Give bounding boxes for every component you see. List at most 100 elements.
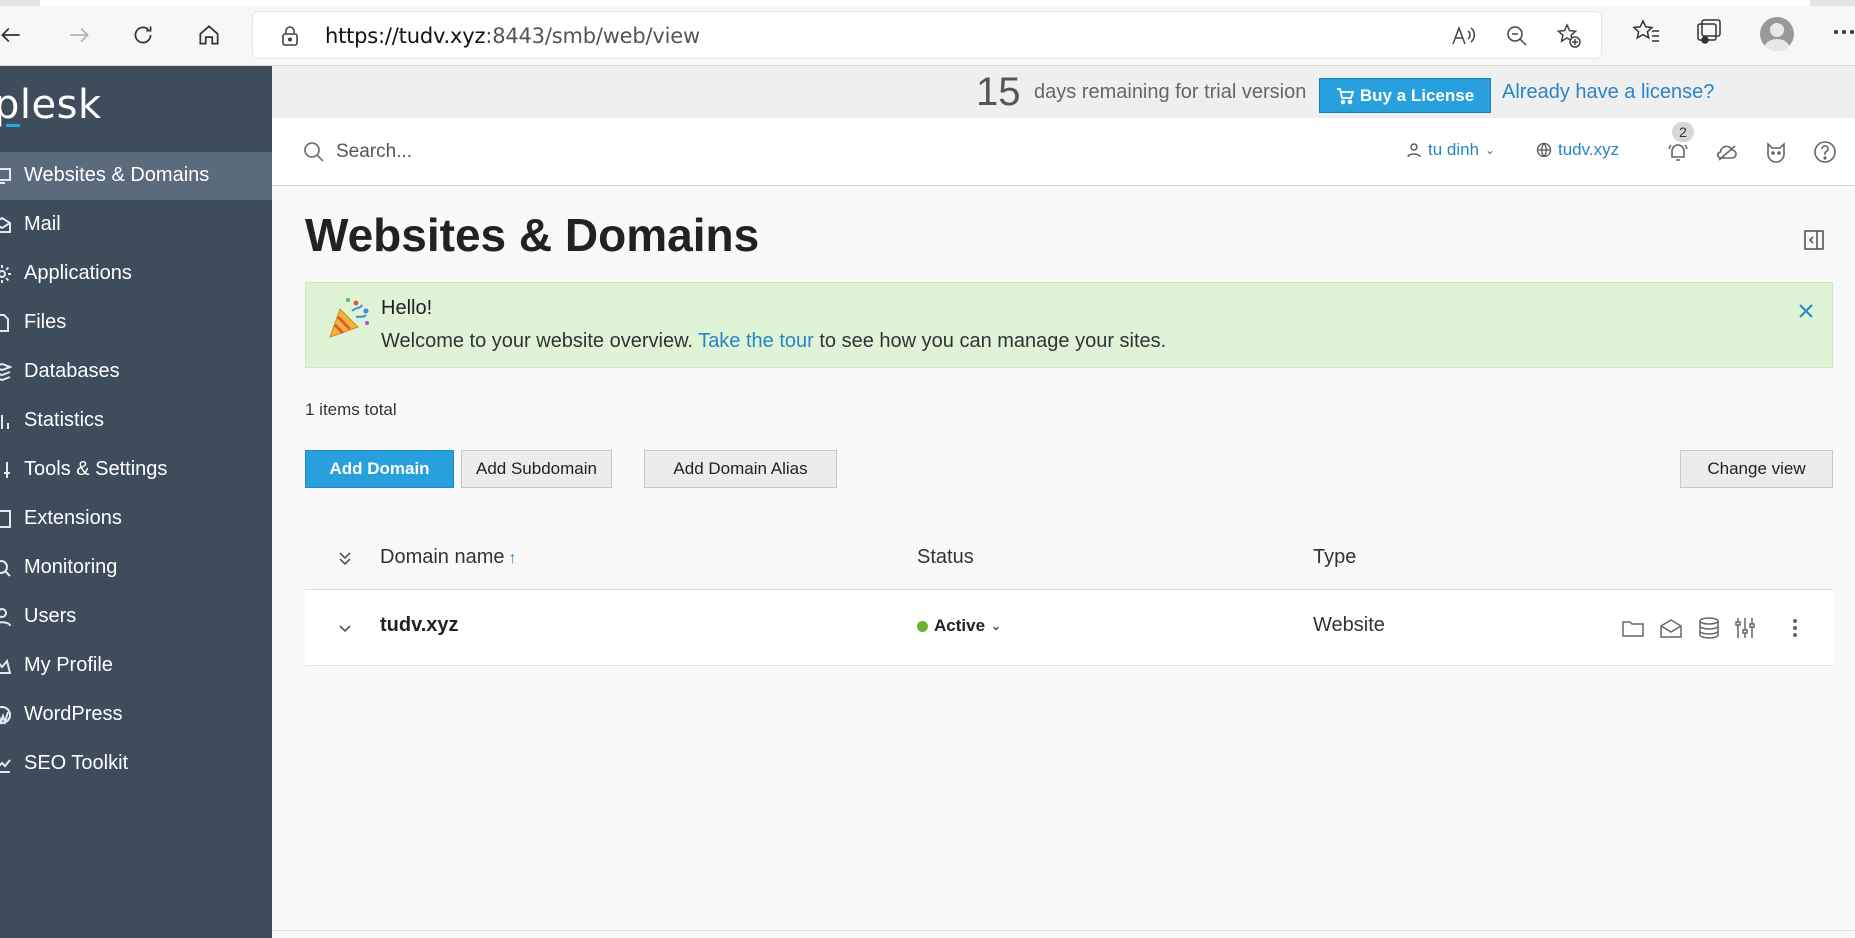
sidebar-item-my-profile[interactable]: My Profile xyxy=(0,642,272,690)
zoom-out-icon[interactable] xyxy=(1503,22,1531,50)
trial-text: days remaining for trial version xyxy=(1034,81,1307,103)
change-view-button[interactable]: Change view xyxy=(1680,450,1833,488)
profile-avatar[interactable] xyxy=(1760,17,1794,51)
notification-badge: 2 xyxy=(1672,122,1694,142)
buy-license-label: Buy a License xyxy=(1359,85,1475,105)
plesk-logo[interactable]: plesk xyxy=(0,82,102,128)
active-tab[interactable] xyxy=(40,0,1810,6)
sidebar-item-statistics[interactable]: Statistics xyxy=(0,397,272,445)
add-subdomain-button[interactable]: Add Subdomain xyxy=(461,450,612,488)
bar-chart-icon xyxy=(1,415,9,429)
collections-icon[interactable] xyxy=(1693,16,1725,48)
main-content: Websites & Domains Hello! Welcome to you… xyxy=(272,186,1855,938)
sidebar-item-extensions[interactable]: Extensions xyxy=(0,495,272,543)
read-aloud-icon[interactable] xyxy=(1449,22,1477,50)
database-icon[interactable] xyxy=(1697,616,1721,640)
sidebar-item-monitoring[interactable]: Monitoring xyxy=(0,544,272,592)
back-arrow-icon xyxy=(1,27,20,43)
help-icon[interactable] xyxy=(1813,140,1837,164)
close-icon[interactable] xyxy=(1794,299,1818,323)
sidebar-item-seo-toolkit[interactable]: SEO Toolkit xyxy=(0,740,272,788)
status-label: Active xyxy=(934,616,986,635)
forward-button[interactable] xyxy=(58,14,100,56)
sidebar-item-label: WordPress xyxy=(24,703,123,725)
more-actions-icon[interactable] xyxy=(1783,616,1807,640)
sidebar-item-applications[interactable]: Applications xyxy=(0,250,272,298)
mail-icon[interactable] xyxy=(1659,616,1683,640)
table-header: Domain name ↑ Status Type xyxy=(305,528,1833,590)
cloud-icon[interactable] xyxy=(1715,140,1739,164)
sidebar-item-users[interactable]: Users xyxy=(0,593,272,641)
chevron-down-icon: ⌄ xyxy=(991,619,1002,633)
sliders-icon xyxy=(0,462,10,478)
back-button[interactable] xyxy=(0,14,32,56)
domain-name-link[interactable]: tudv.xyz xyxy=(380,614,459,637)
column-domain-name[interactable]: Domain name ↑ xyxy=(380,546,517,569)
sidebar-item-databases[interactable]: Databases xyxy=(0,348,272,396)
address-bar[interactable]: https://tudv.xyz:8443/smb/web/view xyxy=(252,11,1602,59)
lock-icon[interactable] xyxy=(279,24,301,48)
sidebar-item-label: SEO Toolkit xyxy=(24,752,129,774)
banner-title: Hello! xyxy=(381,297,433,319)
home-button[interactable] xyxy=(188,14,230,56)
user-name: tu dinh xyxy=(1428,140,1480,159)
status-dropdown[interactable]: Active ⌄ xyxy=(917,616,1001,636)
sidebar: plesk Websites & Domains Mail Applicatio… xyxy=(0,66,272,938)
status-active-dot xyxy=(917,620,928,632)
logo-accent xyxy=(6,124,20,127)
mail-icon xyxy=(0,216,11,233)
chevron-down-icon: ⌄ xyxy=(1485,143,1496,157)
table-row[interactable]: tudv.xyz Active ⌄ Website xyxy=(305,590,1833,666)
folder-icon[interactable] xyxy=(1621,616,1645,640)
profile-icon xyxy=(0,658,12,674)
sidebar-item-websites-domains[interactable]: Websites & Domains xyxy=(0,152,272,200)
sidebar-item-label: Statistics xyxy=(24,409,105,431)
user-icon xyxy=(0,608,11,627)
party-popper-icon xyxy=(329,298,369,338)
sidebar-item-files[interactable]: Files xyxy=(0,299,272,347)
page-title: Websites & Domains xyxy=(305,209,760,261)
more-options-icon[interactable] xyxy=(1830,16,1855,48)
trial-days-count: 15 xyxy=(976,70,1021,114)
sidebar-item-wordpress[interactable]: WordPress xyxy=(0,691,272,739)
column-domain-name-label: Domain name xyxy=(380,546,505,568)
notifications-icon[interactable] xyxy=(1666,140,1690,164)
sidebar-item-label: Applications xyxy=(24,262,132,284)
add-favorite-icon[interactable] xyxy=(1555,22,1583,50)
chevron-down-icon[interactable] xyxy=(335,618,355,638)
sidebar-item-label: Mail xyxy=(24,213,61,235)
favorites-icon[interactable] xyxy=(1630,16,1662,48)
cat-icon[interactable] xyxy=(1764,140,1788,164)
site-name: tudv.xyz xyxy=(1558,140,1620,159)
refresh-button[interactable] xyxy=(122,14,164,56)
buy-license-button[interactable]: Buy a License xyxy=(1319,78,1491,113)
settings-sliders-icon[interactable] xyxy=(1733,616,1757,640)
monitoring-icon xyxy=(0,560,11,577)
browser-toolbar: https://tudv.xyz:8443/smb/web/view xyxy=(0,0,1855,66)
sidebar-item-mail[interactable]: Mail xyxy=(0,201,272,249)
sidebar-item-label: Files xyxy=(24,311,67,333)
search-input[interactable] xyxy=(336,136,836,168)
search-icon xyxy=(304,142,324,162)
user-menu[interactable]: tu dinh ⌄ xyxy=(1406,140,1495,160)
sidebar-item-label: Websites & Domains xyxy=(24,164,210,186)
take-tour-link[interactable]: Take the tour xyxy=(698,330,814,352)
toggle-panel-icon[interactable] xyxy=(1802,228,1826,252)
add-domain-alias-button[interactable]: Add Domain Alias xyxy=(644,450,837,488)
extensions-icon xyxy=(0,510,11,528)
already-have-license-link[interactable]: Already have a license? xyxy=(1502,81,1714,104)
column-type[interactable]: Type xyxy=(1313,546,1356,569)
add-domain-button[interactable]: Add Domain xyxy=(305,450,454,488)
expand-all-icon[interactable] xyxy=(335,548,355,568)
sidebar-item-tools-settings[interactable]: Tools & Settings xyxy=(0,446,272,494)
sidebar-item-label: Extensions xyxy=(24,507,122,529)
url-text[interactable]: https://tudv.xyz:8443/smb/web/view xyxy=(325,24,700,48)
column-status[interactable]: Status xyxy=(917,546,974,569)
user-icon xyxy=(1407,143,1421,158)
gear-icon xyxy=(0,265,11,283)
items-total: 1 items total xyxy=(305,400,397,419)
site-selector[interactable]: tudv.xyz xyxy=(1536,140,1619,160)
footer-divider xyxy=(272,930,1855,931)
sidebar-item-label: Tools & Settings xyxy=(24,458,168,480)
url-host: https://tudv.xyz xyxy=(325,24,486,48)
